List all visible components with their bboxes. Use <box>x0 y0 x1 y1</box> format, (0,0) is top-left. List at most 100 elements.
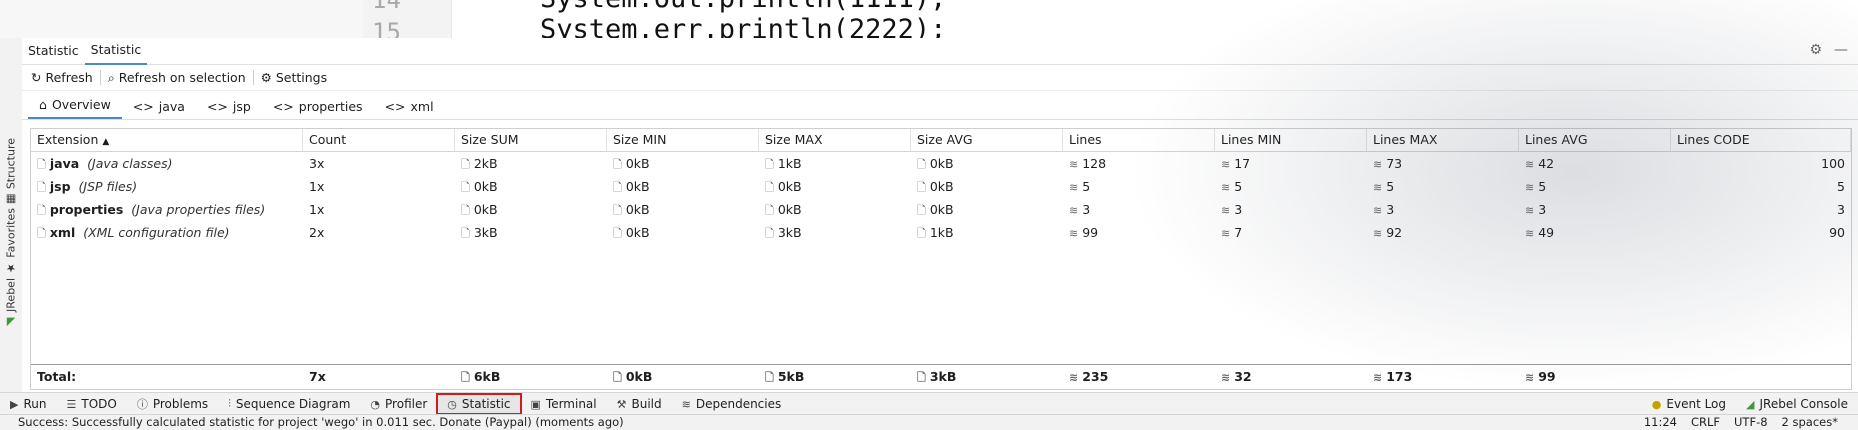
value: 0kB <box>929 202 954 217</box>
tool-sequence-diagram[interactable]: ⫶ Sequence Diagram <box>218 394 360 414</box>
file-icon: 🗋 <box>37 181 46 194</box>
status-encoding[interactable]: UTF-8 <box>1734 415 1768 430</box>
cell-count: 3x <box>309 156 325 171</box>
total-row: Total: 7x 🗋 6kB 🗋 0kB 🗋 5kB 🗋 3kB ≋ 235 ≋ 32 ≋… <box>31 364 1851 389</box>
side-tab-jrebel[interactable]: ◢ JRebel <box>1 278 21 329</box>
cell-extension: 🗋 xml (XML configuration file) <box>31 221 303 244</box>
layers-icon: ≋ <box>1525 371 1535 384</box>
status-message[interactable]: Success: Successfully calculated statist… <box>0 415 1644 430</box>
value: 92 <box>1386 225 1403 240</box>
cell-lines: ≋ 99 <box>1063 221 1215 244</box>
tool-profiler[interactable]: ◔ Profiler <box>360 394 437 414</box>
column-header[interactable]: Size AVG <box>911 129 1063 152</box>
tab-jsp[interactable]: <> jsp <box>196 93 262 119</box>
value: 3kB <box>777 225 802 240</box>
panel-title-tab[interactable]: Statistic <box>84 37 148 65</box>
layers-icon: ≋ <box>1525 158 1535 171</box>
refresh-selection-label: Refresh on selection <box>118 70 246 85</box>
file-icon: 🗋 <box>765 181 774 194</box>
tab-java[interactable]: <> java <box>122 93 196 119</box>
jrebel-icon: ◢ <box>4 315 18 329</box>
cell-size_avg: 🗋 1kB <box>911 221 1063 244</box>
file-icon: 🗋 <box>917 181 926 194</box>
tool-jrebel-console[interactable]: ◢ JRebel Console <box>1736 394 1858 414</box>
cell-size_avg: 🗋 0kB <box>911 175 1063 198</box>
cell-count: 2x <box>309 225 325 240</box>
jrebel-icon: ◢ <box>1746 397 1755 411</box>
tool-todo[interactable]: ☰ TODO <box>56 394 126 414</box>
list-icon: ☰ <box>66 397 77 411</box>
cell-lines_min: ≋ 7 <box>1215 221 1367 244</box>
table-row[interactable]: 🗋 xml (XML configuration file) 2x 🗋 3kB 🗋 0kB 🗋… <box>31 221 1851 244</box>
cell-count: 1x <box>309 202 325 217</box>
status-line-separator[interactable]: CRLF <box>1691 415 1720 430</box>
value: 49 <box>1538 225 1555 240</box>
table-row[interactable]: 🗋 jsp (JSP files) 1x 🗋 0kB 🗋 0kB 🗋 0kB 🗋 0kB ≋ 5 ≋ 5 ≋ 5… <box>31 175 1851 198</box>
extension-name: properties <box>49 202 124 217</box>
tool-dependencies[interactable]: ≋ Dependencies <box>672 394 792 414</box>
status-indent[interactable]: 2 spaces* <box>1782 415 1838 430</box>
column-header[interactable]: Count <box>303 129 455 152</box>
extension-description: (Java properties files) <box>131 202 266 217</box>
total-size-avg: 🗋 3kB <box>911 365 1063 389</box>
tool-terminal[interactable]: ▣ Terminal <box>521 394 607 414</box>
column-header[interactable]: Size SUM <box>455 129 607 152</box>
file-icon: 🗋 <box>765 204 774 217</box>
code-icon: <> <box>132 98 154 114</box>
refresh-button[interactable]: ↻ Refresh <box>26 70 98 85</box>
code-editor[interactable]: 14 15 System.out.println(1111); System.e… <box>0 0 1858 38</box>
bottom-tool-bar: ▶ Run ☰ TODO ⓘ Problems ⫶ Sequence Diagram ◔… <box>0 392 1858 415</box>
file-icon: 🗋 <box>917 204 926 217</box>
line-number: 14 <box>372 0 401 14</box>
cell-size_min: 🗋 0kB <box>607 221 759 244</box>
value: 6kB <box>473 369 501 384</box>
minimize-icon[interactable]: — <box>1834 42 1848 58</box>
tab-overview[interactable]: ⌂ Overview <box>28 91 122 119</box>
tab-xml[interactable]: <> xml <box>374 93 445 119</box>
value: 0kB <box>777 179 802 194</box>
stack-icon: ≋ <box>681 397 691 411</box>
cell-size_max: 🗋 3kB <box>759 221 911 244</box>
tool-event-log[interactable]: ● Event Log <box>1642 394 1736 414</box>
cell-lines_max: ≋ 73 <box>1367 152 1519 175</box>
column-header[interactable]: Lines MAX <box>1367 129 1519 152</box>
column-header[interactable]: Size MAX <box>759 129 911 152</box>
column-header[interactable]: Lines CODE <box>1671 129 1851 152</box>
terminal-icon: ▣ <box>530 397 541 411</box>
side-tab-structure[interactable]: ▦ Structure <box>1 138 21 206</box>
value: 3kB <box>929 369 957 384</box>
refresh-on-selection-button[interactable]: ⌕ Refresh on selection <box>103 70 251 86</box>
file-icon: 🗋 <box>613 371 622 384</box>
column-header[interactable]: Lines <box>1063 129 1215 152</box>
cell-size_sum: 🗋 0kB <box>455 175 607 198</box>
settings-button[interactable]: ⚙ Settings <box>256 70 333 85</box>
tab-properties[interactable]: <> properties <box>262 93 374 119</box>
side-tab-label: Favorites <box>4 208 18 258</box>
hammer-icon: ⚒ <box>616 397 627 411</box>
statistic-tabs: ⌂ Overview <> java <> jsp <> properties <> xm… <box>22 91 1858 120</box>
column-header[interactable]: Size MIN <box>607 129 759 152</box>
total-lines-code <box>1671 365 1851 389</box>
tool-statistic[interactable]: ◷ Statistic <box>436 393 522 415</box>
file-icon: 🗋 <box>461 371 470 384</box>
value: 0kB <box>625 179 650 194</box>
column-header-extension[interactable]: Extension ▲ <box>31 129 303 152</box>
column-header[interactable]: Lines AVG <box>1519 129 1671 152</box>
column-header[interactable]: Lines MIN <box>1215 129 1367 152</box>
gear-icon[interactable]: ⚙ <box>1809 42 1822 58</box>
pie-icon: ◷ <box>447 397 457 411</box>
table-row[interactable]: 🗋 java (Java classes) 3x 🗋 2kB 🗋 0kB 🗋 1kB 🗋 0kB ≋ 1… <box>31 152 1851 175</box>
table-row[interactable]: 🗋 properties (Java properties files) 1x 🗋 0k… <box>31 198 1851 221</box>
value: 3 <box>1234 202 1243 217</box>
tool-run[interactable]: ▶ Run <box>0 394 56 414</box>
value: 1kB <box>929 225 954 240</box>
value: 73 <box>1386 156 1403 171</box>
tool-build[interactable]: ⚒ Build <box>607 394 672 414</box>
side-tab-favorites[interactable]: ★ Favorites <box>1 208 21 275</box>
code-line: System.err.println(2222); <box>540 14 947 38</box>
file-icon: 🗋 <box>37 204 46 217</box>
tool-problems[interactable]: ⓘ Problems <box>127 394 218 414</box>
file-icon: 🗋 <box>917 227 926 240</box>
status-time[interactable]: 11:24 <box>1644 415 1677 430</box>
cell-lines_min: ≋ 17 <box>1215 152 1367 175</box>
